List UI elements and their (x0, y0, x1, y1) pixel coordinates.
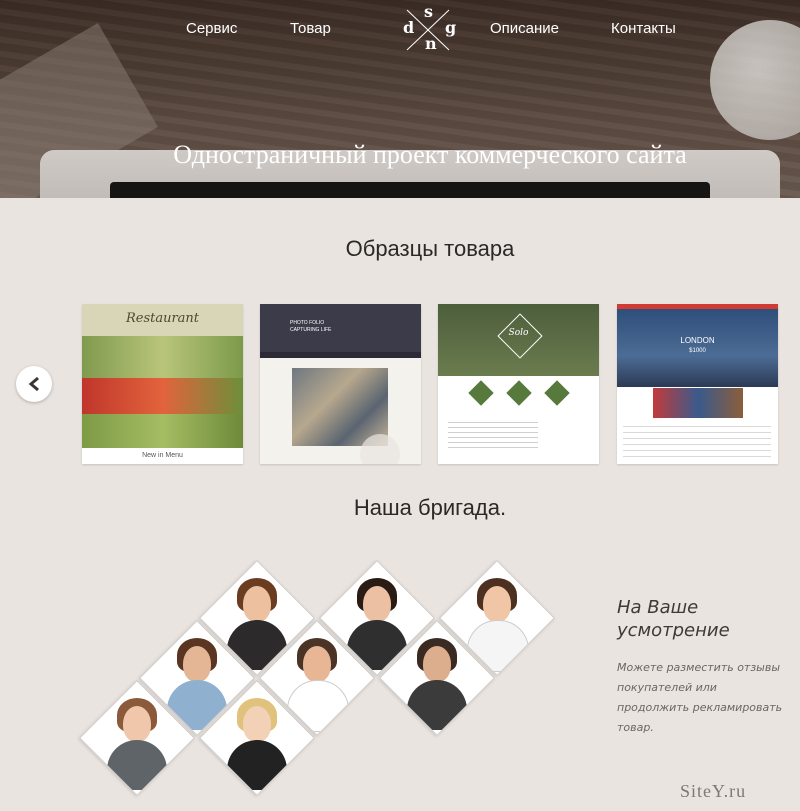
logo-letter-d: d (403, 18, 415, 37)
carousel-prev-button[interactable] (16, 366, 52, 402)
feature-icon-2 (506, 380, 532, 406)
thumb-caption: New in Menu (142, 452, 183, 459)
nav-item-description[interactable]: Описание (490, 20, 559, 37)
watermark: SiteY.ru (680, 781, 747, 801)
feature-icon-1 (468, 380, 494, 406)
aside-title: На Ваше усмотрение (617, 597, 730, 641)
sample-thumb-photofolio[interactable]: PHOTO FOLIO CAPTURING LIFE (260, 304, 421, 464)
hero-banner: Сервис Товар Описание Контакты s d g n О… (0, 0, 800, 198)
thumb-price: $1000 (689, 348, 706, 354)
logo-letter-g: g (445, 18, 457, 37)
logo-letter-n: n (425, 34, 437, 53)
samples-title: Образцы товара (345, 236, 515, 261)
logo[interactable]: s d g n (397, 2, 461, 53)
sample-thumb-solo[interactable]: Solo (438, 304, 599, 464)
hero-title: Одностраничный проект коммерческого сайт… (173, 140, 687, 169)
sample-thumb-london[interactable]: LONDON $1000 (617, 304, 778, 464)
thumb-heading: Solo (508, 328, 529, 338)
nav-item-service[interactable]: Сервис (186, 20, 237, 37)
food-photo-3 (82, 414, 243, 448)
sample-thumb-restaurant[interactable]: Restaurant New in Menu (82, 304, 243, 464)
nav-item-contacts[interactable]: Контакты (611, 20, 676, 37)
thumb-menu (260, 352, 421, 358)
aside-text: Можете разместить отзывы покупателей или… (617, 661, 783, 734)
thumb-heading: PHOTO FOLIO CAPTURING LIFE (290, 320, 332, 333)
destination-cards (653, 388, 743, 418)
text-lines (448, 422, 538, 452)
logo-letter-s: s (424, 2, 434, 21)
food-photo-2 (82, 378, 243, 414)
team-gallery (0, 560, 600, 811)
booking-form (623, 426, 771, 458)
feature-icon-3 (544, 380, 570, 406)
thumb-heading: Restaurant (125, 311, 200, 326)
chevron-left-icon (28, 376, 39, 392)
nav-item-product[interactable]: Товар (290, 20, 331, 37)
team-aside: На Ваше усмотрение Можете разместить отз… (617, 596, 787, 738)
thumb-heading: LONDON (680, 336, 715, 345)
lens-decoration (360, 434, 400, 464)
food-photo-1 (82, 336, 243, 378)
team-title: Наша бригада. (353, 495, 507, 520)
